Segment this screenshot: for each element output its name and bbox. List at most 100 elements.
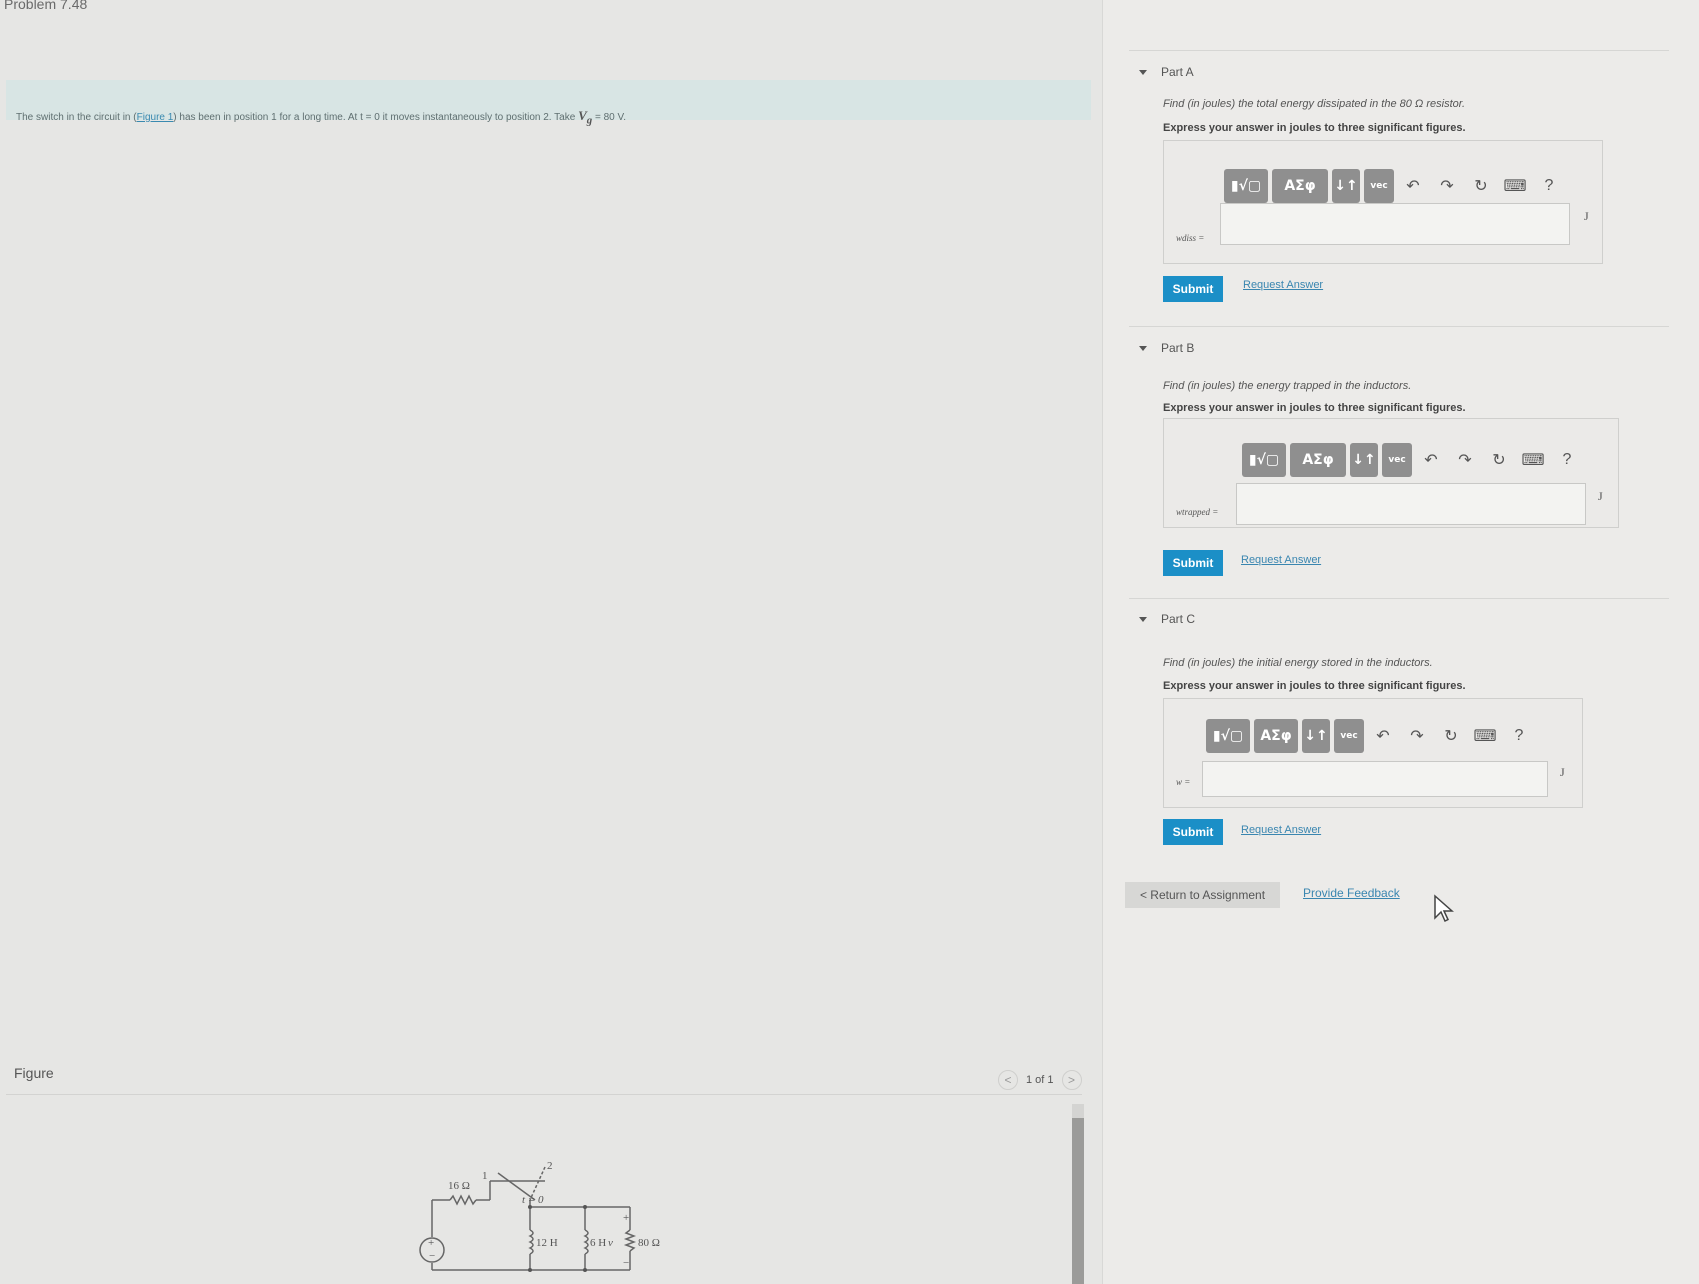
- vo-minus-label: −: [623, 1257, 629, 1269]
- switch-pos1-label: 1: [482, 1170, 488, 1182]
- part-a-header[interactable]: Part A: [1139, 65, 1194, 79]
- switch-time-label: t = 0: [522, 1194, 544, 1206]
- arrows-button[interactable]: ↓↑: [1350, 443, 1378, 477]
- part-c-answer-input[interactable]: [1202, 761, 1548, 797]
- greek-button[interactable]: ΑΣφ: [1290, 443, 1346, 477]
- part-a-submit-button[interactable]: Submit: [1163, 276, 1223, 302]
- l2-label: 6 H: [590, 1237, 606, 1249]
- prev-figure-button[interactable]: <: [998, 1070, 1018, 1090]
- figure-divider: [6, 1094, 1082, 1095]
- part-c-answer-label: w =: [1176, 777, 1191, 787]
- switch-pos2-label: 2: [547, 1160, 553, 1172]
- part-b-instruction: Express your answer in joules to three s…: [1163, 402, 1466, 414]
- templates-button[interactable]: ▮√▢: [1242, 443, 1286, 477]
- math-toolbar: ▮√▢ ΑΣφ ↓↑ vec ↶ ↷ ↻ ⌨ ?: [1224, 169, 1564, 203]
- mouse-cursor-icon: [1434, 894, 1454, 923]
- undo-icon[interactable]: ↶: [1398, 171, 1428, 201]
- vec-button[interactable]: vec: [1382, 443, 1412, 477]
- part-c-answer-box: ▮√▢ ΑΣφ ↓↑ vec ↶ ↷ ↻ ⌨ ? w = J: [1163, 698, 1583, 808]
- keyboard-icon[interactable]: ⌨: [1518, 445, 1548, 475]
- figure-label: Figure: [14, 1065, 54, 1081]
- part-b-title: Part B: [1161, 341, 1195, 355]
- keyboard-icon[interactable]: ⌨: [1470, 721, 1500, 751]
- part-b-submit-button[interactable]: Submit: [1163, 550, 1223, 576]
- part-a-answer-input[interactable]: [1220, 203, 1570, 245]
- part-a-answer-label: wdiss =: [1176, 233, 1205, 243]
- pager-count: 1 of 1: [1026, 1074, 1054, 1086]
- provide-feedback-link[interactable]: Provide Feedback: [1303, 886, 1400, 900]
- problem-title: Problem 7.48: [4, 0, 88, 12]
- node: [583, 1268, 587, 1272]
- templates-button[interactable]: ▮√▢: [1206, 719, 1250, 753]
- part-c-request-answer-link[interactable]: Request Answer: [1241, 824, 1321, 836]
- greek-button[interactable]: ΑΣφ: [1254, 719, 1298, 753]
- part-a-request-answer-link[interactable]: Request Answer: [1243, 279, 1323, 291]
- part-b-question: Find (in joules) the energy trapped in t…: [1163, 380, 1412, 392]
- part-divider: [1129, 598, 1669, 599]
- vec-button[interactable]: vec: [1364, 169, 1394, 203]
- collapse-caret-icon[interactable]: [1139, 616, 1147, 622]
- math-toolbar: ▮√▢ ΑΣφ ↓↑ vec ↶ ↷ ↻ ⌨ ?: [1242, 443, 1582, 477]
- vg-label: V: [578, 108, 587, 123]
- reset-icon[interactable]: ↻: [1436, 721, 1466, 751]
- help-icon[interactable]: ?: [1504, 721, 1534, 751]
- vec-button[interactable]: vec: [1334, 719, 1364, 753]
- inductor-6h-icon: [583, 1229, 589, 1255]
- reset-icon[interactable]: ↻: [1466, 171, 1496, 201]
- part-c-title: Part C: [1161, 612, 1196, 626]
- collapse-caret-icon[interactable]: [1139, 69, 1147, 75]
- vo-plus-label: +: [623, 1212, 629, 1224]
- node: [583, 1205, 587, 1209]
- part-c-unit: J: [1560, 765, 1565, 779]
- node: [528, 1268, 532, 1272]
- part-c-question: Find (in joules) the initial energy stor…: [1163, 657, 1433, 669]
- redo-icon[interactable]: ↷: [1450, 445, 1480, 475]
- part-c-submit-button[interactable]: Submit: [1163, 819, 1223, 845]
- r2-label: 80 Ω: [638, 1237, 660, 1249]
- part-b-answer-input[interactable]: [1236, 483, 1586, 525]
- resistor-80-icon: [623, 1229, 637, 1252]
- math-toolbar: ▮√▢ ΑΣφ ↓↑ vec ↶ ↷ ↻ ⌨ ?: [1206, 719, 1534, 753]
- arrows-button[interactable]: ↓↑: [1302, 719, 1330, 753]
- redo-icon[interactable]: ↷: [1432, 171, 1462, 201]
- part-a-instruction: Express your answer in joules to three s…: [1163, 122, 1466, 134]
- part-b-header[interactable]: Part B: [1139, 341, 1194, 355]
- vg-plus-label: +: [428, 1237, 434, 1249]
- part-a-title: Part A: [1161, 65, 1194, 79]
- return-to-assignment-button[interactable]: < Return to Assignment: [1125, 882, 1280, 908]
- help-icon[interactable]: ?: [1534, 171, 1564, 201]
- next-figure-button[interactable]: >: [1061, 1070, 1082, 1090]
- part-c-header[interactable]: Part C: [1139, 612, 1195, 626]
- vo-label: v: [608, 1237, 613, 1249]
- resistor-16-icon: [449, 1194, 477, 1206]
- problem-statement: The switch in the circuit in (Figure 1) …: [16, 108, 627, 127]
- undo-icon[interactable]: ↶: [1368, 721, 1398, 751]
- figure-pager: < 1 of 1 >: [998, 1070, 1082, 1090]
- part-a-unit: J: [1584, 209, 1589, 223]
- templates-button[interactable]: ▮√▢: [1224, 169, 1268, 203]
- undo-icon[interactable]: ↶: [1416, 445, 1446, 475]
- circuit-diagram: + − V 16 Ω 1 2 t = 0 12 H 6 H + − v 80 Ω: [419, 1160, 660, 1272]
- vg-value: = 80 V.: [594, 112, 627, 123]
- help-icon[interactable]: ?: [1552, 445, 1582, 475]
- part-a-answer-box: ▮√▢ ΑΣφ ↓↑ vec ↶ ↷ ↻ ⌨ ? wdiss = J: [1163, 140, 1603, 264]
- figure-link[interactable]: Figure 1: [137, 112, 174, 123]
- part-b-answer-box: ▮√▢ ΑΣφ ↓↑ vec ↶ ↷ ↻ ⌨ ? wtrapped = J: [1163, 418, 1619, 528]
- redo-icon[interactable]: ↷: [1402, 721, 1432, 751]
- figure-scrollbar[interactable]: [1072, 1104, 1084, 1284]
- reset-icon[interactable]: ↻: [1484, 445, 1514, 475]
- problem-pane: Problem 7.48 The switch in the circuit i…: [0, 0, 1102, 1284]
- part-b-unit: J: [1598, 489, 1603, 503]
- part-b-answer-label: wtrapped =: [1176, 507, 1219, 517]
- keyboard-icon[interactable]: ⌨: [1500, 171, 1530, 201]
- greek-button[interactable]: ΑΣφ: [1272, 169, 1328, 203]
- scrollbar-thumb[interactable]: [1072, 1118, 1084, 1284]
- arrows-button[interactable]: ↓↑: [1332, 169, 1360, 203]
- answer-pane: Part A Find (in joules) the total energy…: [1102, 0, 1699, 1284]
- part-b-request-answer-link[interactable]: Request Answer: [1241, 554, 1321, 566]
- part-divider: [1129, 326, 1669, 327]
- collapse-caret-icon[interactable]: [1139, 345, 1147, 351]
- r1-label: 16 Ω: [448, 1180, 470, 1192]
- vg-minus-label: −: [429, 1250, 435, 1262]
- vg-symbol: Vg: [578, 108, 593, 127]
